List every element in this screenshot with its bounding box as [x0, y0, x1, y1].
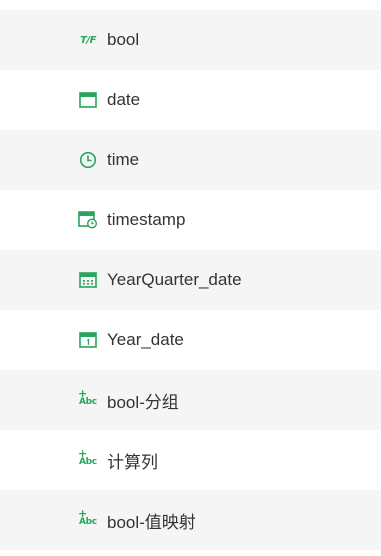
calendar-clock-icon [77, 210, 99, 230]
field-label: timestamp [107, 210, 186, 229]
clock-icon [77, 150, 99, 170]
abc-glyph: Abc [79, 517, 97, 527]
add-text-field-icon: + Abc [77, 507, 99, 530]
field-label: Year_date [107, 330, 184, 349]
field-label: bool-分组 [107, 392, 179, 412]
tf-glyph: T/F [80, 34, 96, 46]
add-text-field-icon: + Abc [77, 447, 99, 470]
field-item-timestamp[interactable]: timestamp [0, 190, 381, 250]
field-item-bool[interactable]: T/F bool [0, 10, 381, 70]
field-item-calculated-column[interactable]: + Abc 计算列 [0, 430, 381, 490]
add-text-field-icon: + Abc [77, 387, 99, 410]
field-label: bool [107, 30, 140, 49]
field-label: time [107, 150, 140, 169]
calendar-grid-icon [77, 270, 99, 290]
field-item-bool-group[interactable]: + Abc bool-分组 [0, 370, 381, 430]
abc-glyph: Abc [79, 397, 97, 407]
abc-glyph: Abc [79, 457, 97, 467]
field-item-bool-value-mapping[interactable]: + Abc bool-值映射 [0, 490, 381, 550]
boolean-tf-icon: T/F [77, 30, 99, 50]
field-item-time[interactable]: time [0, 130, 381, 190]
calendar-year-icon [77, 330, 99, 350]
field-label: date [107, 90, 141, 109]
calendar-icon [77, 90, 99, 110]
field-label: YearQuarter_date [107, 270, 242, 289]
field-item-year-date[interactable]: Year_date [0, 310, 381, 370]
field-item-yearquarter-date[interactable]: YearQuarter_date [0, 250, 381, 310]
field-list: T/F bool date time timestamp YearQuarter… [0, 10, 381, 550]
field-item-date[interactable]: date [0, 70, 381, 130]
field-label: 计算列 [107, 452, 158, 472]
field-label: bool-值映射 [107, 512, 196, 532]
